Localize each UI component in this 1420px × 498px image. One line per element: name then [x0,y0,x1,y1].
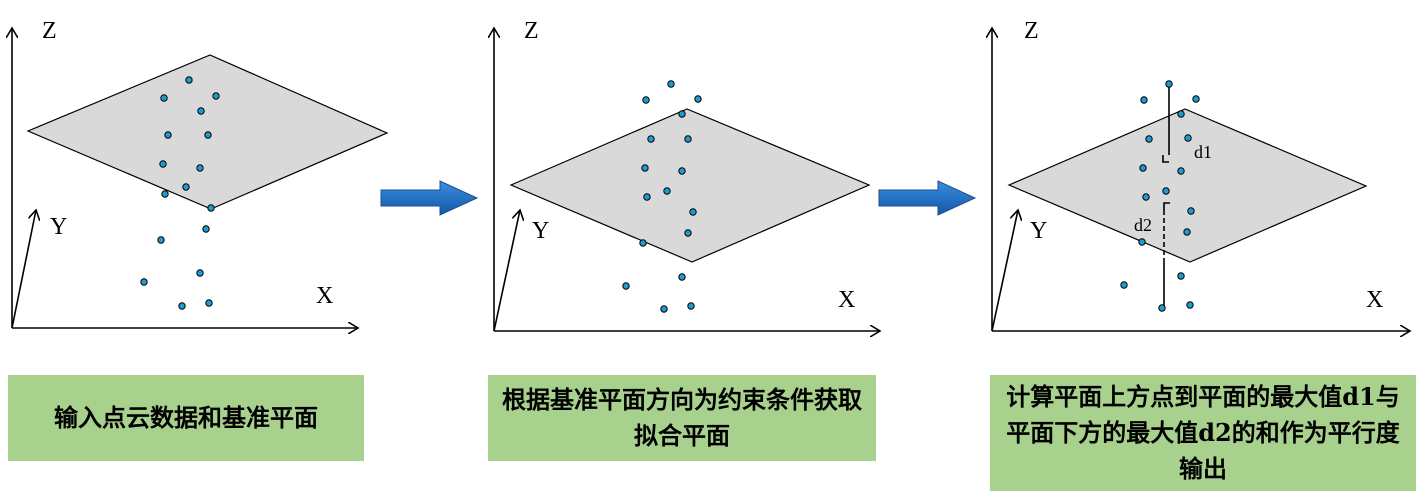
point [1158,304,1166,312]
d2-label: d2 [1134,215,1152,235]
panel-2: Z Y X [494,18,880,331]
point [639,239,647,247]
point [164,131,172,139]
point [204,131,212,139]
point [1140,96,1148,104]
point [689,208,697,216]
caption-step-1: 输入点云数据和基准平面 [8,375,364,461]
point [140,278,148,286]
point [678,273,686,281]
point [196,269,204,277]
point [159,160,167,168]
fitted-plane [1007,108,1368,263]
point [1145,135,1153,143]
point [1162,187,1170,195]
point [178,302,186,310]
x-axis-label: X [1366,287,1383,313]
point [160,94,168,102]
point [642,96,650,104]
point [622,282,630,290]
y-axis [493,210,520,332]
point [660,305,668,313]
point [641,164,649,172]
z-axis-label: Z [42,18,57,44]
point [207,204,215,212]
caption-text: 输入点云数据和基准平面 [54,403,318,432]
point [1186,301,1194,309]
flow-arrow-icon [878,180,977,216]
point [678,110,686,118]
point [663,187,671,195]
y-axis-label: Y [532,218,549,244]
point [1192,95,1200,103]
point [678,167,686,175]
fitted-plane [509,108,871,263]
point [197,107,205,115]
point [182,183,190,191]
point [1142,193,1150,201]
point [1183,228,1191,236]
z-axis-label: Z [524,18,539,44]
process-diagram: Z Y X Z Y X Z Y X d1 d2 [0,18,1420,340]
caption-step-2: 根据基准平面方向为约束条件获取拟合平面 [488,375,876,461]
caption-step-3: 计算平面上方点到平面的最大值d1与平面下方的最大值d2的和作为平行度输出 [990,375,1416,491]
x-axis-label: X [838,287,855,313]
point [1177,167,1185,175]
point [694,95,702,103]
point [196,164,204,172]
flow-arrow-icon [380,180,479,216]
panel-3: Z Y X d1 d2 [992,18,1410,331]
y-axis [991,210,1018,332]
panel-1: Z Y X [11,18,389,329]
point [684,229,692,237]
point [647,135,655,143]
caption-text: 计算平面上方点到平面的最大值d1与平面下方的最大值d2的和作为平行度输出 [1006,382,1400,483]
point [1139,164,1147,172]
point [687,302,695,310]
point [684,135,692,143]
point [1177,272,1185,280]
point [1177,110,1185,118]
point [212,92,220,100]
point [161,190,169,198]
z-axis-label: Z [1024,18,1039,44]
point [1187,207,1195,215]
point [1184,134,1192,142]
d1-label: d1 [1194,142,1212,162]
point [1165,80,1173,88]
point [1138,238,1146,246]
x-axis-label: X [316,283,333,309]
y-axis-label: Y [50,214,67,240]
y-axis [11,210,36,329]
y-axis-label: Y [1030,218,1047,244]
point [667,80,675,88]
point [185,76,193,84]
point [202,225,210,233]
point [1120,281,1128,289]
point [205,299,213,307]
caption-text: 根据基准平面方向为约束条件获取拟合平面 [502,385,862,450]
point [643,193,651,201]
point [157,236,165,244]
